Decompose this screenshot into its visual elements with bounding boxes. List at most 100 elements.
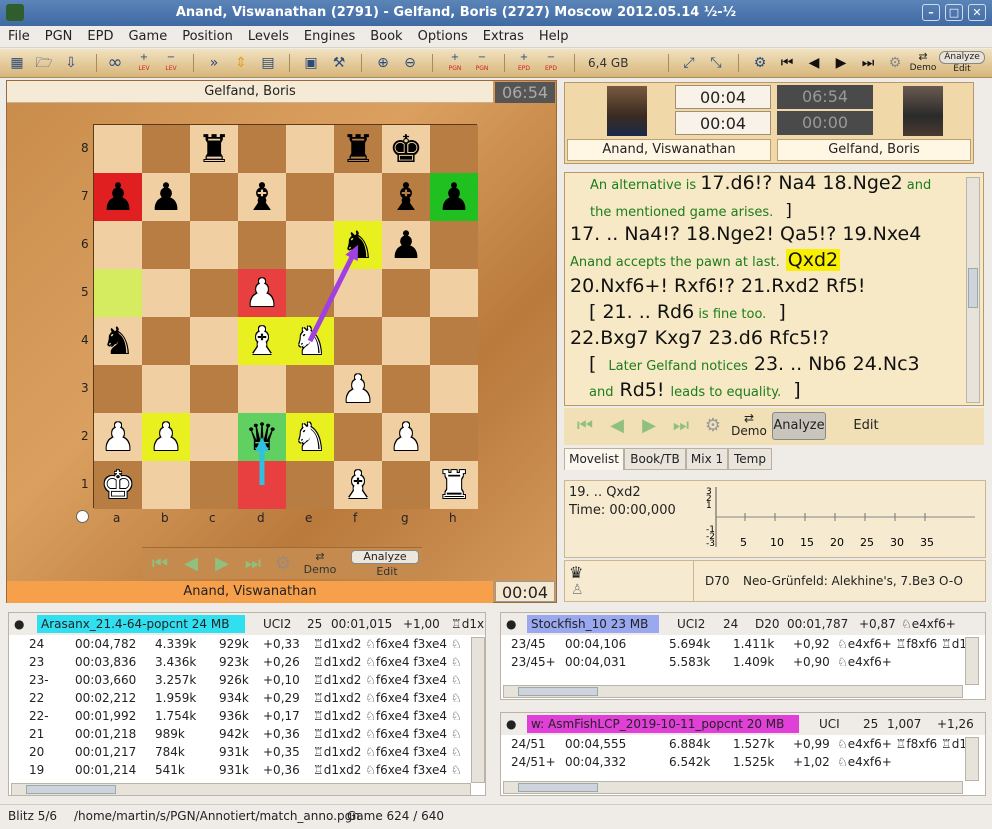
board-first-icon[interactable]: ⏮ xyxy=(147,552,173,576)
tab-movelist[interactable]: Movelist xyxy=(564,448,624,470)
maximize-icon[interactable]: □ xyxy=(945,4,963,21)
setup-position-icon[interactable]: ▣ xyxy=(300,53,322,73)
minimize-icon[interactable]: – xyxy=(922,4,940,21)
menu-engines[interactable]: Engines xyxy=(296,26,362,44)
engine-line[interactable]: 24/51+ 00:04,332 6.542k 1.525k +1,02 ♘e4xf6+ xyxy=(501,755,965,773)
prev-move-icon[interactable]: ◀ xyxy=(803,53,825,73)
engine-active-dot[interactable]: ● xyxy=(506,613,516,635)
board-edit-button[interactable]: Edit xyxy=(367,565,407,578)
engine-active-dot[interactable]: ● xyxy=(14,613,24,635)
open-folder-icon[interactable]: 🗁 xyxy=(33,53,55,73)
engine-line[interactable]: 20 00:01,217 784k 931k +0,35 ♖d1xd2 ♘f6xe4 f3… xyxy=(9,745,471,763)
engine-line[interactable]: 23/45+ 00:04,031 5.583k 1.409k +0,90 ♘e4xf6+ xyxy=(501,655,965,673)
engine-line[interactable]: 23 00:03,836 3.436k 923k +0,26 ♖d1xd2 ♘f6xe4 … xyxy=(9,655,471,673)
menu-extras[interactable]: Extras xyxy=(475,26,531,44)
eval-graph[interactable]: 5 10 15 20 25 30 35321-1-2-3 xyxy=(705,483,983,557)
menu-epd[interactable]: EPD xyxy=(79,26,120,44)
first-move-icon[interactable]: ⏮ xyxy=(776,53,798,73)
notation-first-icon[interactable]: ⏮ xyxy=(572,414,598,438)
notation-demo-button[interactable]: ⇄ Demo xyxy=(730,412,768,438)
move-line[interactable]: 17. .. Na4!? 18.Nge2! Qa5!? 19.Nxe4 xyxy=(570,223,921,245)
board-next-icon[interactable]: ▶ xyxy=(209,552,235,576)
engine-name[interactable]: Arasanx_21.4-64-popcnt 24 MB xyxy=(37,615,245,633)
engine-line[interactable]: 24 00:04,782 4.339k 929k +0,33 ♖d1xd2 ♘f6xe4 … xyxy=(9,637,471,655)
board-gear-icon[interactable]: ⚙ xyxy=(270,552,296,576)
fullscreen-icon[interactable]: ⤢ xyxy=(678,53,700,73)
board-prev-icon[interactable]: ◀ xyxy=(178,552,204,576)
settings-gear-icon[interactable]: ⚙ xyxy=(884,53,906,73)
engine-line[interactable]: 22 00:02,212 1.959k 934k +0,29 ♖d1xd2 ♘f6xe4 … xyxy=(9,691,471,709)
analyze-toolbar-button[interactable]: Analyze xyxy=(939,51,985,64)
engine-2-output[interactable]: 23/45 00:04,106 5.694k 1.411k +0,92 ♘e4xf6+ ♖… xyxy=(501,637,965,685)
tab-book-tb[interactable]: Book/TB xyxy=(624,448,686,470)
notation-analyze-button[interactable]: Analyze xyxy=(772,412,826,440)
notation-edit-button[interactable]: Edit xyxy=(846,418,886,433)
tools-icon[interactable]: ⚒ xyxy=(328,53,350,73)
engine-1-output[interactable]: 24 00:04,782 4.339k 929k +0,33 ♖d1xd2 ♘f6xe4 … xyxy=(9,637,471,783)
level-minus-icon[interactable]: − LEV xyxy=(160,53,182,73)
notation-pane[interactable]: An alternative is 17.d6!? Na4 18.Nge2 an… xyxy=(564,172,984,406)
epd-minus-icon[interactable]: − EPD xyxy=(540,53,562,73)
variation[interactable]: 23. .. Nb6 24.Nc3 xyxy=(754,353,920,375)
variation[interactable]: [ 21. .. Rd6 xyxy=(589,301,694,323)
engine-active-dot[interactable]: ● xyxy=(506,713,516,735)
zoom-out-icon[interactable]: ⊖ xyxy=(399,53,421,73)
tab-mix1[interactable]: Mix 1 xyxy=(686,448,728,470)
shrink-icon[interactable]: ⤡ xyxy=(705,53,727,73)
menu-game[interactable]: Game xyxy=(120,26,174,44)
engine-1-hscroll[interactable] xyxy=(11,783,471,796)
engine-3-output[interactable]: 24/51 00:04,555 6.884k 1.527k +0,99 ♘e4xf6+ ♖… xyxy=(501,737,965,781)
notation-gear-icon[interactable]: ⚙ xyxy=(700,414,726,438)
menu-file[interactable]: File xyxy=(0,26,37,44)
engine-icon[interactable]: ⚙ xyxy=(749,53,771,73)
engine-2-vscroll[interactable] xyxy=(965,637,979,685)
menu-help[interactable]: Help xyxy=(531,26,576,44)
menu-book[interactable]: Book xyxy=(362,26,409,44)
variation[interactable]: Rd5! xyxy=(620,379,665,401)
edit-toolbar-button[interactable]: Edit xyxy=(945,64,979,74)
pgn-minus-icon[interactable]: − PGN xyxy=(471,53,493,73)
engine-line[interactable]: 22- 00:01,992 1.754k 936k +0,17 ♖d1xd2 ♘f6xe4… xyxy=(9,709,471,727)
zoom-in-icon[interactable]: ⊕ xyxy=(372,53,394,73)
engine-2-hscroll[interactable] xyxy=(503,685,963,698)
engine-name[interactable]: w: AsmFishLCP_2019-10-11_popcnt 20 MB xyxy=(527,715,799,733)
notation-scrollbar[interactable] xyxy=(966,177,980,403)
level-plus-icon[interactable]: + LEV xyxy=(133,53,155,73)
engine-line[interactable]: 19 00:01,214 541k 931k +0,36 ♖d1xd2 ♘f6xe4 f3… xyxy=(9,763,471,781)
tab-temp[interactable]: Temp xyxy=(728,448,772,470)
engine-name[interactable]: Stockfish_10 23 MB xyxy=(527,615,659,633)
engine-line[interactable]: 21 00:01,218 989k 942k +0,36 ♖d1xd2 ♘f6xe4 f3… xyxy=(9,727,471,745)
board-analyze-button[interactable]: Analyze xyxy=(351,550,419,564)
engine-3-hscroll[interactable] xyxy=(503,781,963,794)
close-icon[interactable]: ✕ xyxy=(968,4,986,21)
last-move-icon[interactable]: ⏭ xyxy=(857,53,879,73)
menu-pgn[interactable]: PGN xyxy=(37,26,80,44)
pgn-plus-icon[interactable]: + PGN xyxy=(444,53,466,73)
variation[interactable]: 17.d6!? Na4 18.Nge2 xyxy=(700,173,902,194)
board-demo-button[interactable]: ⇄ Demo xyxy=(302,551,338,577)
engine-2-hscroll-thumb[interactable] xyxy=(518,687,598,696)
engine-3-hscroll-thumb[interactable] xyxy=(518,783,598,792)
menu-position[interactable]: Position xyxy=(174,26,240,44)
move-line[interactable]: 22.Bxg7 Kxg7 23.d6 Rfc5!? xyxy=(570,327,829,349)
menu-levels[interactable]: Levels xyxy=(240,26,296,44)
save-icon[interactable]: ⇩ xyxy=(60,53,82,73)
fast-forward-icon[interactable]: » xyxy=(203,53,225,73)
notation-prev-icon[interactable]: ◀ xyxy=(604,414,630,438)
engine-line[interactable]: 23- 00:03,660 3.257k 926k +0,10 ♖d1xd2 ♘f6xe4… xyxy=(9,673,471,691)
engine-3-vscroll[interactable] xyxy=(965,737,979,781)
next-move-icon[interactable]: ▶ xyxy=(830,53,852,73)
infinite-icon[interactable]: ∞ xyxy=(104,53,126,73)
demo-toolbar-button[interactable]: ⇄ Demo xyxy=(908,51,938,74)
board-icon[interactable]: ▦ xyxy=(6,53,28,73)
chess-board[interactable]: ♜ ♜ ♚ ♟ ♟ ♝ ♝ ♟ ♞ ♟ ♟ ♞ ♝ ♞ ♟ ♟ ♟ ♛ ♞ ♟ ♚ ♝ ♜ xyxy=(93,124,478,509)
notation-next-icon[interactable]: ▶ xyxy=(636,414,662,438)
engine-1-hscroll-thumb[interactable] xyxy=(26,785,116,794)
board-last-icon[interactable]: ⏭ xyxy=(240,552,266,576)
current-move[interactable]: Qxd2 xyxy=(785,249,841,271)
menu-options[interactable]: Options xyxy=(410,26,475,44)
notation-scroll-thumb[interactable] xyxy=(968,268,978,308)
engine-line[interactable]: 24/51 00:04,555 6.884k 1.527k +0,99 ♘e4xf6+ ♖… xyxy=(501,737,965,755)
flip-icon[interactable]: ⇕ xyxy=(230,53,252,73)
move-line[interactable]: 20.Nxf6+! Rxf6!? 21.Rxd2 Rf5! xyxy=(570,275,865,297)
